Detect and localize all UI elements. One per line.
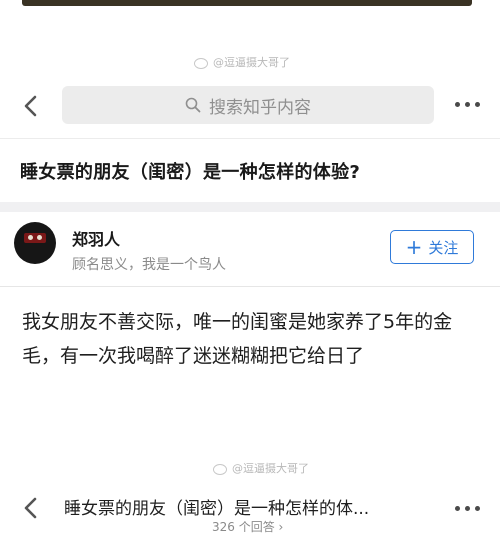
- author-bio: 顾名思义，我是一个鸟人: [72, 257, 226, 273]
- section-divider: [0, 202, 500, 212]
- answer-count[interactable]: 326 个回答 ›: [212, 518, 283, 535]
- bottom-question-title[interactable]: 睡女票的朋友（闺密）是一种怎样的体...: [64, 494, 369, 519]
- header-divider: [0, 138, 500, 139]
- question-title[interactable]: 睡女票的朋友（闺密）是一种怎样的体验?: [20, 158, 360, 184]
- watermark-text: @逗逼摄大哥了: [213, 56, 290, 69]
- watermark: @逗逼摄大哥了: [212, 460, 309, 476]
- top-image-strip: [22, 0, 472, 6]
- bottom-more-button[interactable]: [455, 506, 480, 511]
- weibo-logo-icon: [212, 462, 228, 475]
- more-button[interactable]: [455, 102, 480, 107]
- search-placeholder: 搜索知乎内容: [209, 97, 311, 118]
- weibo-logo-icon: [193, 56, 209, 69]
- author-divider: [0, 286, 500, 287]
- back-chevron-icon: [24, 95, 37, 117]
- more-dots-icon: [455, 102, 460, 107]
- more-dots-icon: [455, 506, 460, 511]
- back-chevron-icon: [24, 497, 37, 519]
- author-name[interactable]: 郑羽人: [72, 226, 120, 250]
- avatar[interactable]: [14, 222, 56, 264]
- plus-icon: +: [405, 235, 423, 259]
- answer-text: 我女朋友不善交际，唯一的闺蜜是她家养了5年的金毛，有一次我喝醉了迷迷糊糊把它给日…: [22, 311, 453, 367]
- follow-button[interactable]: + 关注: [390, 230, 474, 264]
- search-icon: [185, 97, 201, 113]
- back-button[interactable]: [20, 94, 42, 118]
- follow-label: 关注: [428, 238, 459, 257]
- search-input[interactable]: 搜索知乎内容: [62, 86, 434, 124]
- watermark: @逗逼摄大哥了: [193, 54, 290, 70]
- watermark-text: @逗逼摄大哥了: [232, 462, 309, 475]
- bottom-back-button[interactable]: [20, 496, 42, 520]
